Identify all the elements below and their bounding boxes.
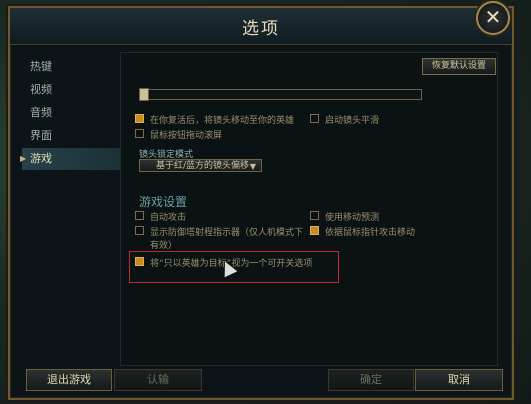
sidebar-item-video[interactable]: 视频 [22, 79, 132, 101]
sidebar-item-hotkeys[interactable]: 热键 [22, 56, 132, 78]
cancel-button[interactable]: 取消 [415, 369, 503, 391]
checkbox[interactable] [135, 211, 144, 220]
checkbox[interactable] [310, 226, 319, 235]
option-label: 在你复活后，将镜头移动至你的英雄 [150, 116, 295, 126]
checkbox[interactable] [310, 211, 319, 220]
options-dialog: 选项 热键 视频 音频 界面 ▶ 游戏 恢复默认设置 在你复活后，将镜头移动至你… [8, 6, 514, 400]
option-label: 显示防御塔射程指示器（仅人机模式下有效） [150, 228, 304, 251]
checkbox[interactable] [135, 257, 144, 266]
sidebar: 热键 视频 音频 界面 ▶ 游戏 [20, 56, 132, 171]
checkbox[interactable] [135, 226, 144, 235]
option-turret-range[interactable]: 显示防御塔射程指示器（仅人机模式下有效） [135, 225, 305, 251]
checkbox[interactable] [135, 114, 144, 123]
option-move-prediction[interactable]: 使用移动预测 [310, 210, 379, 223]
title-bar: 选项 [10, 8, 512, 45]
option-label: 依据鼠标指针攻击移动 [325, 228, 416, 238]
option-label: 启动镜头平滑 [325, 116, 380, 126]
sidebar-item-interface[interactable]: 界面 [22, 125, 132, 147]
option-label: 自动攻击 [150, 213, 187, 223]
sidebar-item-label: 热键 [30, 60, 52, 73]
settings-panel: 恢复默认设置 在你复活后，将镜头移动至你的英雄 启动镜头平滑 鼠标按钮拖动滚屏 … [120, 52, 498, 366]
checkbox[interactable] [310, 114, 319, 123]
slider-handle[interactable] [139, 88, 149, 101]
arrow-right-icon: ▶ [20, 154, 27, 163]
sidebar-item-label: 视频 [30, 83, 52, 96]
camera-speed-slider[interactable] [139, 89, 422, 100]
sidebar-item-label: 游戏 [30, 152, 52, 165]
game-settings-title: 游戏设置 [139, 195, 188, 209]
option-label: 使用移动预测 [325, 213, 380, 223]
restore-defaults-button[interactable]: 恢复默认设置 [422, 58, 496, 75]
option-auto-attack[interactable]: 自动攻击 [135, 210, 186, 223]
checkbox[interactable] [135, 129, 144, 138]
option-label: 鼠标按钮拖动滚屏 [150, 131, 223, 141]
exit-game-button[interactable]: 退出游戏 [26, 369, 112, 391]
close-icon[interactable]: ✕ [476, 1, 510, 35]
sidebar-item-game[interactable]: ▶ 游戏 [20, 148, 132, 170]
option-attack-move-cursor[interactable]: 依据鼠标指针攻击移动 [310, 225, 415, 238]
surrender-button[interactable]: 认输 [114, 369, 202, 391]
sidebar-item-label: 音频 [30, 106, 52, 119]
option-drag-scroll[interactable]: 鼠标按钮拖动滚屏 [135, 128, 222, 141]
chevron-down-icon: ▼ [249, 162, 256, 171]
confirm-button[interactable]: 确定 [328, 369, 414, 391]
sidebar-item-audio[interactable]: 音频 [22, 102, 132, 124]
dialog-title: 选项 [242, 18, 280, 39]
option-camera-on-respawn[interactable]: 在你复活后，将镜头移动至你的英雄 [135, 113, 294, 126]
dropdown-value: 基于红/蓝方的镜头偏移 [156, 161, 250, 171]
option-camera-smoothing[interactable]: 启动镜头平滑 [310, 113, 379, 126]
camera-lock-dropdown[interactable]: 基于红/蓝方的镜头偏移 ▼ [139, 159, 262, 172]
sidebar-item-label: 界面 [30, 129, 52, 142]
